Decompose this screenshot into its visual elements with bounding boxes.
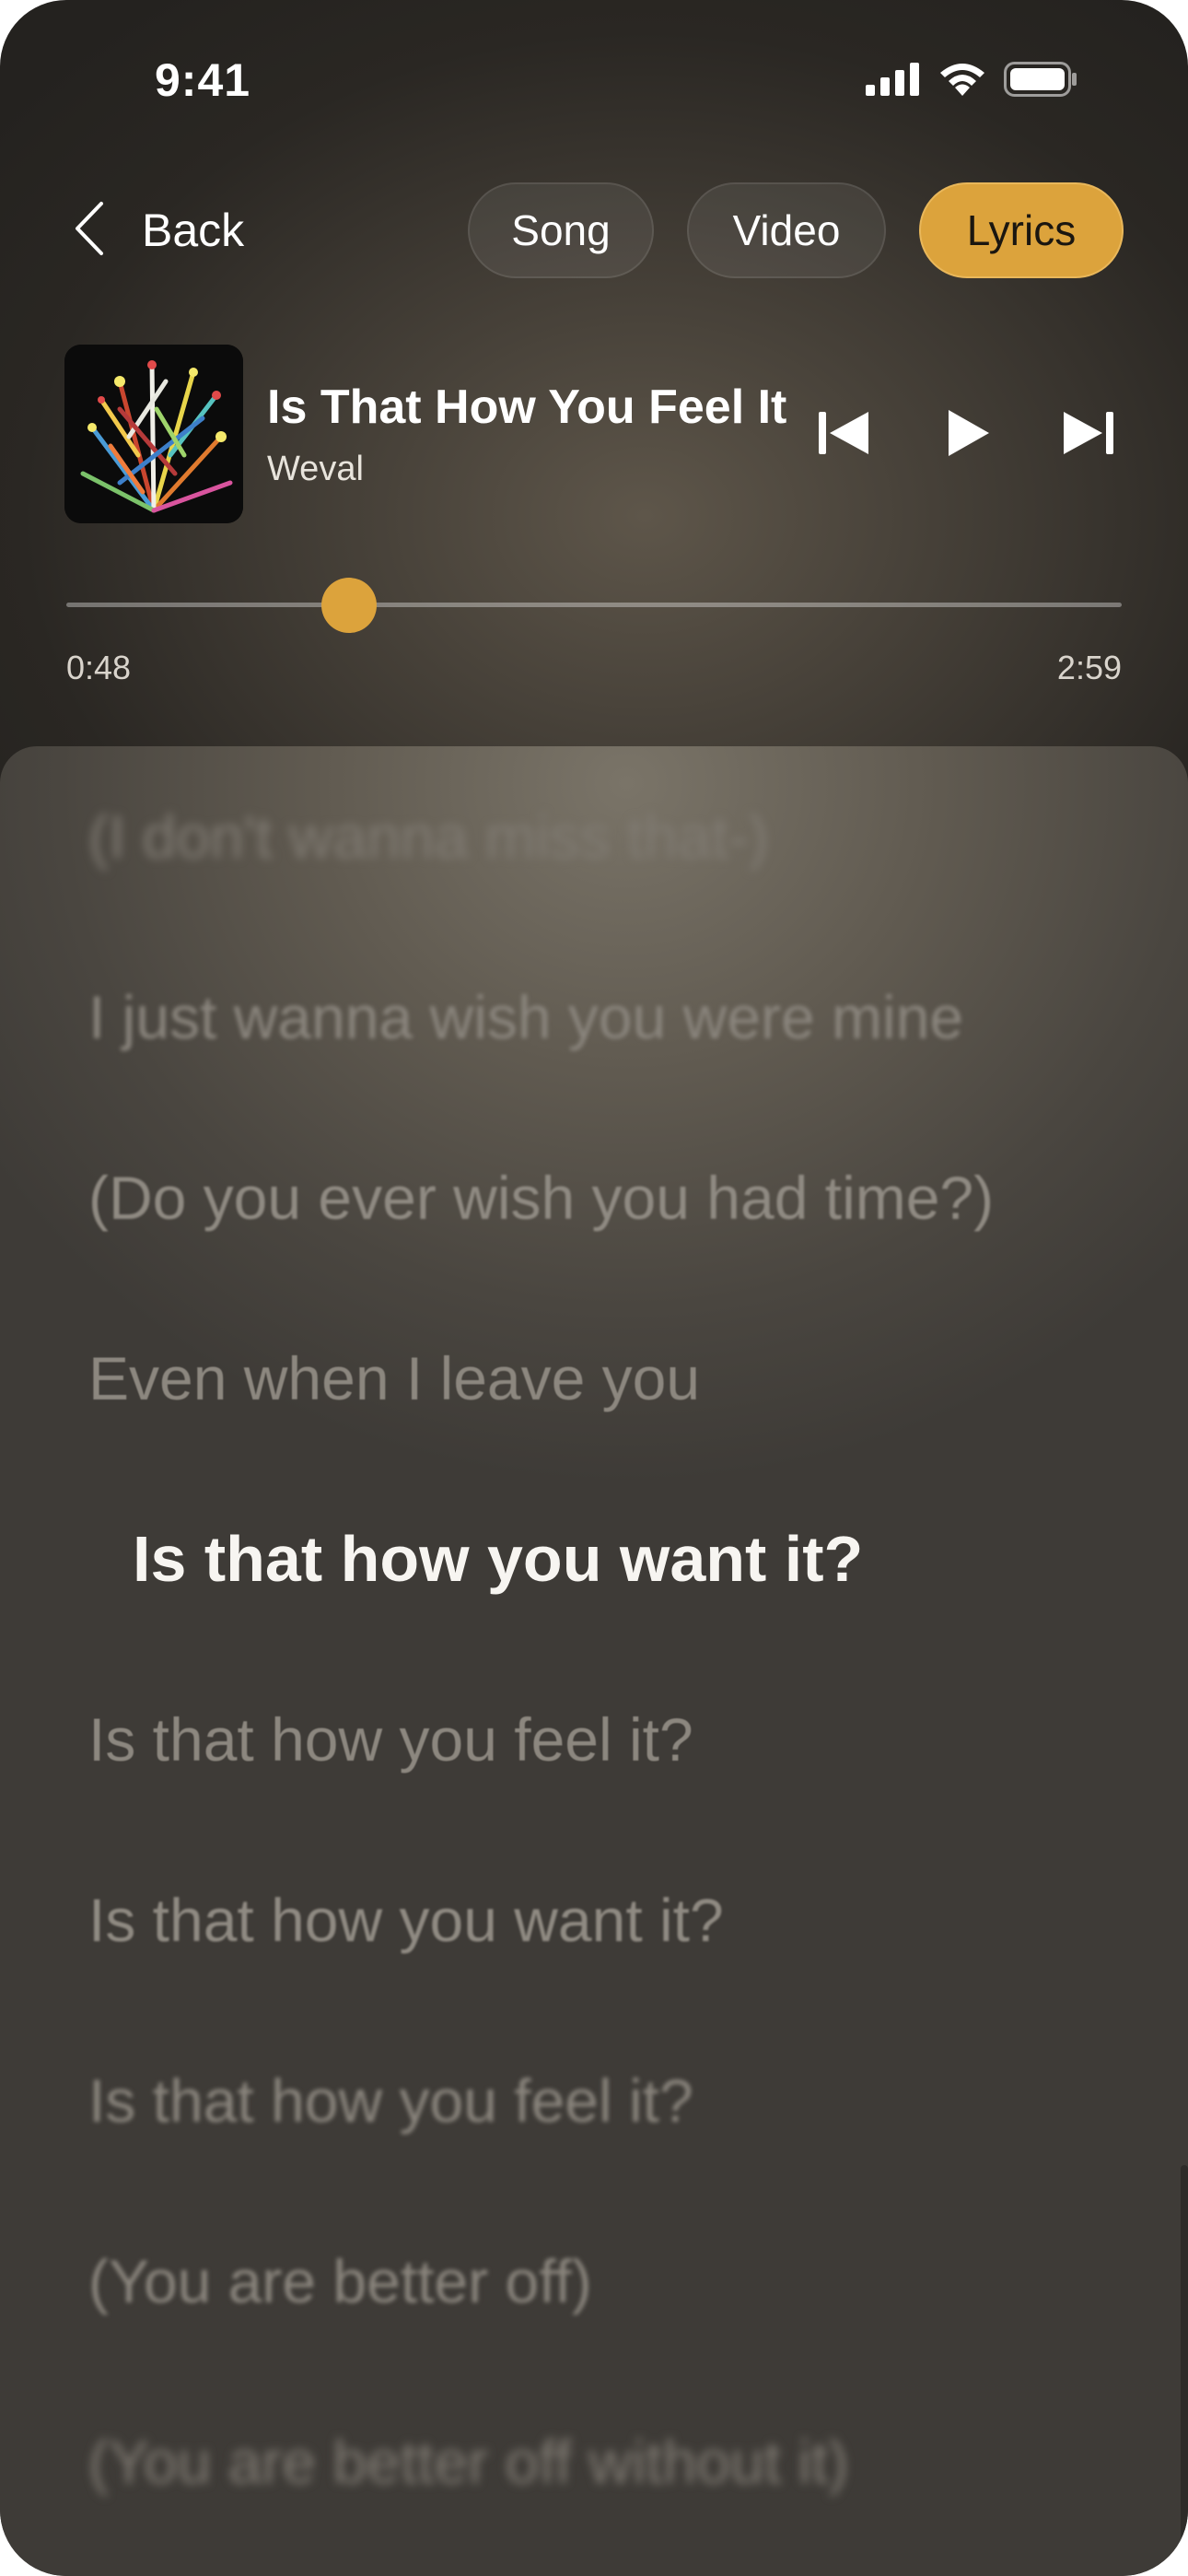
time-total: 2:59 [1056, 649, 1122, 686]
scrollbar[interactable] [1181, 2165, 1188, 2552]
lyric-line[interactable]: Even when I leave you [88, 1343, 700, 1413]
skip-next-icon [1062, 410, 1115, 461]
lyric-line[interactable]: (You are better off without it) [88, 2427, 848, 2497]
progress-knob[interactable] [321, 578, 378, 633]
lyric-line[interactable]: Is that how you feel it? [88, 1704, 693, 1774]
lyrics-panel[interactable]: (I don't wanna miss that-) I just wanna … [0, 746, 1188, 2576]
lyric-line[interactable]: (You are better off) [88, 2246, 592, 2316]
chevron-left-icon [72, 200, 105, 262]
play-icon [947, 408, 991, 463]
lyric-line[interactable]: (Do you ever wish you had time?) [88, 1163, 994, 1233]
status-icons [866, 61, 1077, 102]
track-title: Is That How You Feel It [267, 381, 787, 434]
previous-button[interactable] [810, 405, 877, 464]
next-button[interactable] [1055, 405, 1122, 464]
time-elapsed: 0:48 [66, 649, 132, 686]
skip-previous-icon [817, 410, 870, 461]
lyric-line[interactable]: Is that how you want it? [88, 1885, 724, 1955]
phone-screen: 9:41 Back Song Video Lyrics Is That How … [0, 0, 1188, 2576]
track-artist[interactable]: Weval [267, 450, 364, 489]
lyric-line[interactable]: Is that how you feel it? [88, 2066, 693, 2136]
battery-icon [1004, 62, 1077, 101]
play-button[interactable] [936, 405, 1002, 464]
back-button[interactable]: Back [72, 195, 244, 265]
progress-track[interactable] [66, 603, 1122, 607]
cellular-signal-icon [866, 63, 921, 100]
lyric-line[interactable]: I just wanna wish you were mine [88, 982, 963, 1052]
album-art[interactable] [64, 345, 243, 523]
back-label: Back [142, 205, 245, 256]
wifi-icon [938, 61, 987, 102]
tab-lyrics[interactable]: Lyrics [919, 182, 1124, 278]
tab-song[interactable]: Song [468, 182, 654, 278]
tab-video[interactable]: Video [687, 182, 886, 278]
status-time: 9:41 [155, 54, 251, 106]
lyric-line[interactable]: (I don't wanna miss that-) [88, 802, 769, 872]
lyric-line-current[interactable]: Is that how you want it? [133, 1522, 863, 1596]
